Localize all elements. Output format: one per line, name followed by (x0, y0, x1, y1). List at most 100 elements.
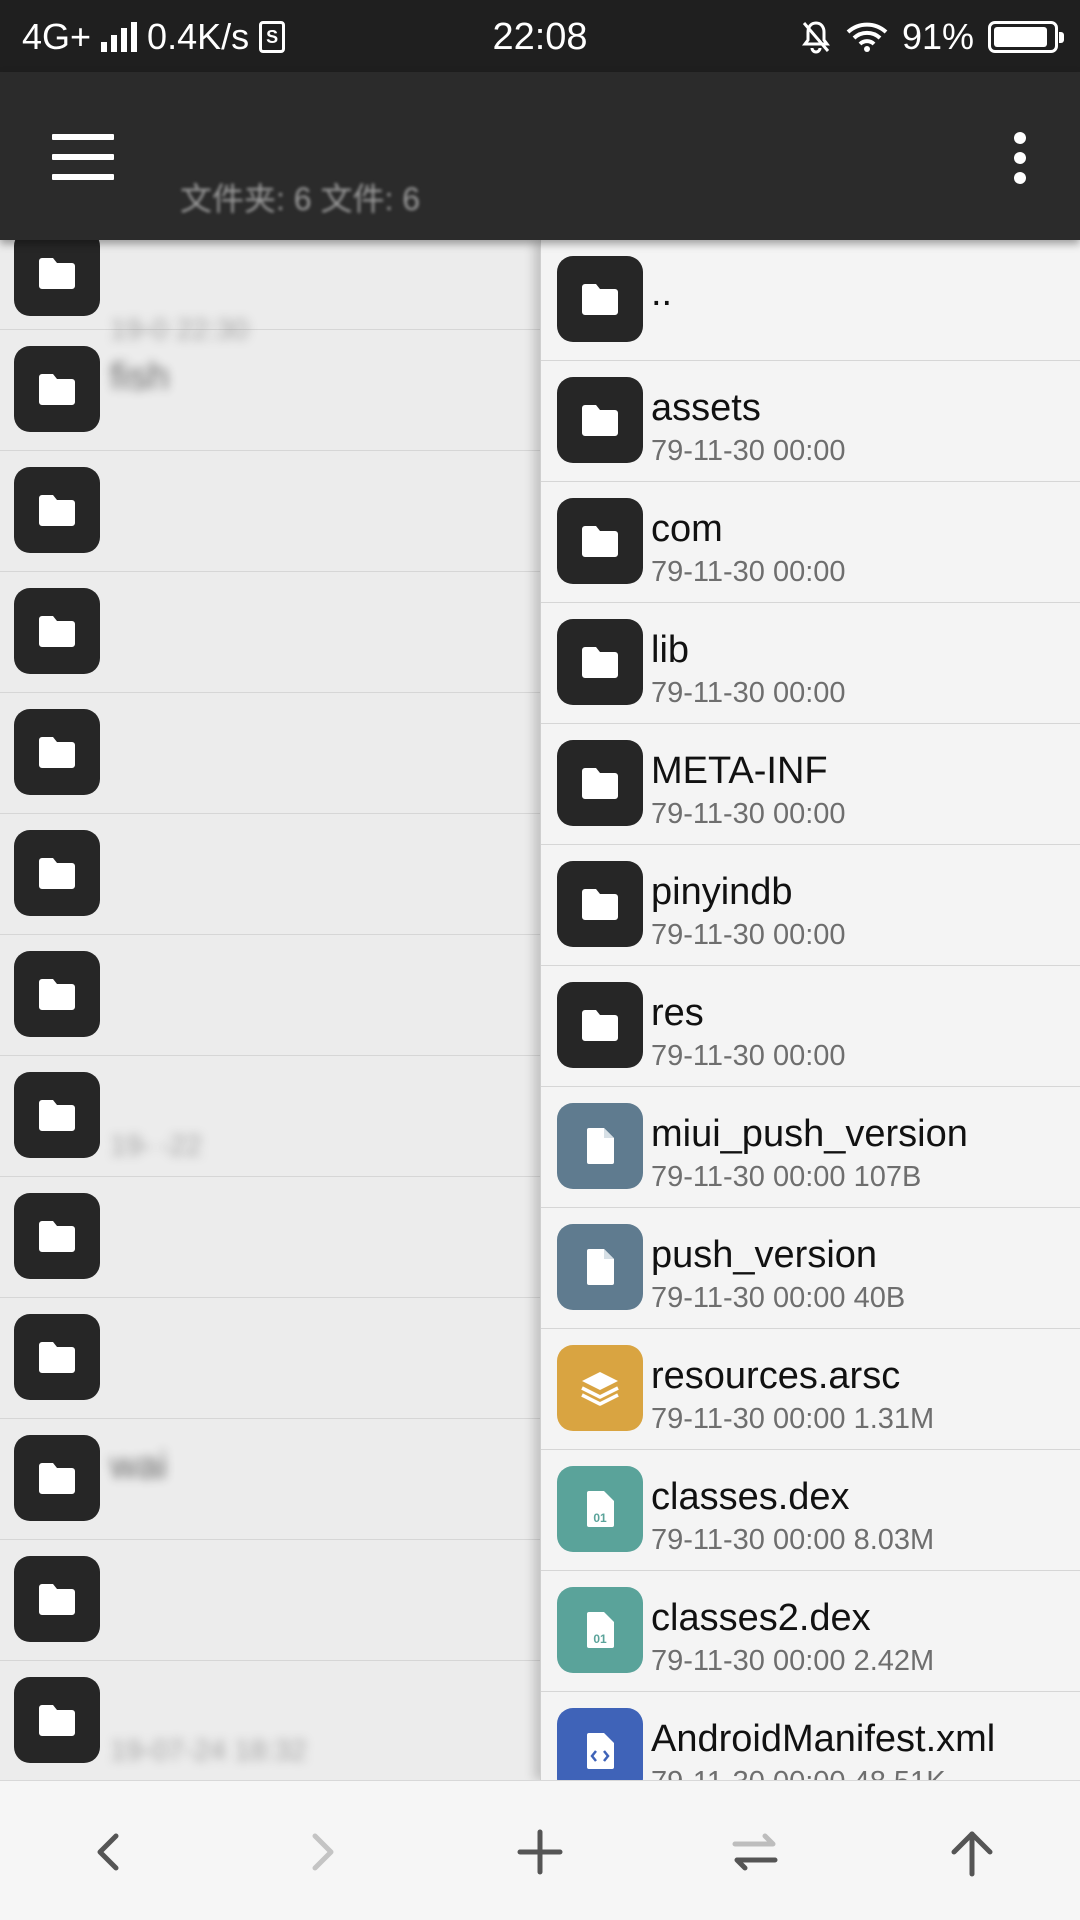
folder-icon (14, 1072, 100, 1158)
file-list-item[interactable] (0, 451, 540, 572)
binary-file-icon: 01 (557, 1587, 643, 1673)
bottom-toolbar (0, 1780, 1080, 1920)
file-name: .. (651, 272, 673, 314)
folder-icon (14, 1193, 100, 1279)
file-meta: 79-11-30 00:00 (651, 677, 846, 709)
file-list-item[interactable]: lib 79-11-30 00:00 (541, 603, 1080, 724)
folder-icon (14, 709, 100, 795)
folder-icon (557, 982, 643, 1068)
chevron-left-icon (97, 1833, 119, 1871)
code-file-icon (557, 1708, 643, 1780)
swap-arrows-icon (732, 1833, 778, 1871)
wifi-icon (846, 22, 888, 52)
file-name: res (651, 992, 704, 1034)
layers-icon (557, 1345, 643, 1431)
right-file-pane: .. assets 79-11-30 00:00 com 79-11-30 00:00 l… (540, 240, 1080, 1780)
folder-icon (557, 256, 643, 342)
svg-text:01: 01 (593, 1632, 607, 1646)
bell-off-icon (801, 21, 830, 54)
file-list-item[interactable]: miui_push_version 79-11-30 00:00 107B (541, 1087, 1080, 1208)
file-list-item[interactable]: META-INF 79-11-30 00:00 (541, 724, 1080, 845)
file-name: assets (651, 387, 761, 429)
folder-file-count: 文件夹: 6 文件: 6 (180, 181, 421, 217)
file-meta: 79-11-30 00:00 40B (651, 1282, 906, 1314)
folder-icon (14, 1314, 100, 1400)
file-meta: 79-11-30 00:00 (651, 556, 846, 588)
file-list-item[interactable]: wai (0, 1419, 540, 1540)
status-bar: 4G+ 0.4K/s S 22:08 91% (0, 0, 1080, 72)
file-list-item[interactable]: 01 classes.dex 79-11-30 00:00 8.03M (541, 1450, 1080, 1571)
plus-icon (517, 1829, 563, 1875)
file-icon (557, 1103, 643, 1189)
folder-icon (557, 498, 643, 584)
file-meta: 19- -22 (110, 1130, 202, 1162)
file-meta: 79-11-30 00:00 1.31M (651, 1403, 935, 1435)
file-list-item[interactable]: assets 79-11-30 00:00 (541, 361, 1080, 482)
arrow-up-icon (951, 1831, 993, 1877)
file-meta: 19-07-24 18:32 (110, 1735, 307, 1767)
file-list-item[interactable]: .. (541, 240, 1080, 361)
file-list-item[interactable]: 01 classes2.dex 79-11-30 00:00 2.42M (541, 1571, 1080, 1692)
file-name: com (651, 508, 723, 550)
file-list-item[interactable] (0, 814, 540, 935)
folder-icon (14, 240, 100, 316)
binary-file-icon: 01 (557, 1466, 643, 1552)
file-list-item[interactable]: 19-07-24 18:32 (0, 1661, 540, 1780)
file-meta: 79-11-30 00:00 (651, 798, 846, 830)
file-icon (557, 1224, 643, 1310)
file-list-item[interactable] (0, 1298, 540, 1419)
status-right: 91% (800, 16, 1064, 58)
file-list-item[interactable]: fish (0, 330, 540, 451)
file-list-item[interactable] (0, 572, 540, 693)
file-name: pinyindb (651, 871, 793, 913)
more-options-icon[interactable] (1014, 132, 1028, 184)
file-name: wai (110, 1445, 168, 1487)
folder-icon (14, 467, 100, 553)
file-name: lib (651, 629, 690, 671)
file-list-item[interactable]: com 79-11-30 00:00 (541, 482, 1080, 603)
file-list-item[interactable]: push_version 79-11-30 00:00 40B (541, 1208, 1080, 1329)
forward-button[interactable] (288, 1817, 358, 1887)
file-meta: 79-11-30 00:00 107B (651, 1161, 922, 1193)
file-list-item[interactable] (0, 935, 540, 1056)
add-button[interactable] (505, 1817, 575, 1887)
file-list-item[interactable]: AndroidManifest.xml 79-11-30 00:00 48.51K (541, 1692, 1080, 1780)
file-list-item[interactable]: resources.arsc 79-11-30 00:00 1.31M (541, 1329, 1080, 1450)
folder-icon (14, 588, 100, 674)
file-list-item[interactable]: 19-0 22:30 (0, 240, 540, 346)
folder-icon (14, 1435, 100, 1521)
chevron-right-icon (312, 1833, 334, 1871)
file-list-item[interactable] (0, 1540, 540, 1661)
up-directory-button[interactable] (937, 1817, 1007, 1887)
folder-icon (557, 377, 643, 463)
title-area: 文件夹: 6 文件: 6 (180, 112, 880, 220)
file-meta: 79-11-30 00:00 2.42M (651, 1645, 935, 1677)
file-name: resources.arsc (651, 1355, 901, 1397)
file-name: fish (110, 356, 170, 398)
menu-icon[interactable] (52, 134, 114, 180)
file-name: push_version (651, 1234, 878, 1276)
file-meta: 79-11-30 00:00 (651, 435, 846, 467)
file-list-item[interactable]: res 79-11-30 00:00 (541, 966, 1080, 1087)
file-list-item[interactable] (0, 693, 540, 814)
left-file-pane: 19-0 22:30 fish 19- -22 wai 19-07-24 18:32 (0, 240, 540, 1780)
file-list-item[interactable]: 19- -22 (0, 1056, 540, 1177)
battery-icon (988, 21, 1064, 53)
file-list-item[interactable] (0, 1177, 540, 1298)
app-bar: 文件夹: 6 文件: 6 (0, 72, 1080, 240)
file-name: AndroidManifest.xml (651, 1718, 996, 1760)
folder-icon (557, 861, 643, 947)
folder-icon (14, 951, 100, 1037)
back-button[interactable] (73, 1817, 143, 1887)
folder-icon (14, 346, 100, 432)
file-list-item[interactable]: pinyindb 79-11-30 00:00 (541, 845, 1080, 966)
folder-icon (557, 740, 643, 826)
file-name: classes2.dex (651, 1597, 871, 1639)
folder-icon (14, 1677, 100, 1763)
battery-percent: 91% (901, 16, 974, 57)
file-name: classes.dex (651, 1476, 850, 1518)
file-meta: 79-11-30 00:00 8.03M (651, 1524, 935, 1556)
swap-panes-button[interactable] (720, 1817, 790, 1887)
file-meta: 79-11-30 00:00 48.51K (651, 1766, 946, 1780)
folder-icon (14, 830, 100, 916)
